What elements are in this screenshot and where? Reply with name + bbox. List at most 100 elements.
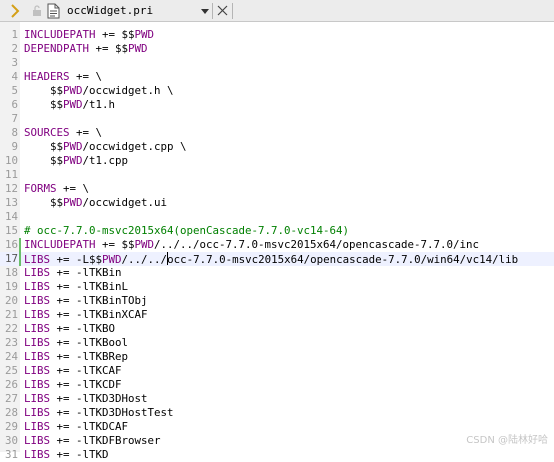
keyword-token: INCLUDEPATH [24,238,96,251]
keyword-token: LIBS [24,378,51,391]
keyword-token: PWD [63,84,83,97]
text-token: += -L$$ [50,253,103,266]
code-line[interactable]: 22 LIBS += -lTKBO [0,322,554,336]
line-number: 3 [11,56,18,69]
line-number: 4 [11,70,18,83]
keyword-token: PWD [63,98,83,111]
line-code: $$PWD/occwidget.cpp \ [24,140,187,154]
keyword-token: DEPENDPATH [24,42,90,55]
line-code: LIBS += -lTKD [24,448,109,462]
text-token: += -lTKCDF [50,378,122,391]
line-number: 10 [4,154,18,167]
code-line[interactable]: 20 LIBS += -lTKBinTObj [0,294,554,308]
text-token: /../../ [121,253,168,266]
line-code: $$PWD/t1.cpp [24,154,128,168]
text-token: += -lTKD3DHostTest [50,406,174,419]
close-icon[interactable] [217,5,228,16]
code-line[interactable]: 9 $$PWD/occwidget.cpp \ [0,140,554,154]
text-token: += -lTKDCAF [50,420,129,433]
code-line[interactable]: 4 HEADERS += \ [0,70,554,84]
code-line[interactable]: 23 LIBS += -lTKBool [0,336,554,350]
line-code: SOURCES += \ [24,126,102,140]
line-number: 21 [4,308,18,321]
line-number: 12 [4,182,18,195]
code-line[interactable]: 5 $$PWD/occwidget.h \ [0,84,554,98]
code-line[interactable]: 19 LIBS += -lTKBinL [0,280,554,294]
text-token: $$ [24,154,64,167]
line-number: 24 [4,350,18,363]
tab-filename[interactable]: occWidget.pri [67,4,153,17]
caret-down-icon[interactable] [200,5,210,17]
code-line[interactable]: 28 LIBS += -lTKD3DHostTest [0,406,554,420]
line-code: INCLUDEPATH += $$PWD [24,28,154,42]
keyword-token: LIBS [24,294,51,307]
keyword-token: LIBS [24,253,51,266]
line-number: 28 [4,406,18,419]
code-line[interactable]: 8 SOURCES += \ [0,126,554,140]
line-number: 27 [4,392,18,405]
line-code: LIBS += -lTKBinL [24,280,128,294]
code-editor[interactable]: 1 INCLUDEPATH += $$PWD 2 DEPENDPATH += $$PW… [0,22,554,461]
code-line[interactable]: 24 LIBS += -lTKBRep [0,350,554,364]
line-code: INCLUDEPATH += $$PWD/../../occ-7.7.0-msv… [24,238,479,252]
lock-icon[interactable] [32,5,42,17]
code-line[interactable]: 7 [0,112,554,126]
code-line[interactable]: 26 LIBS += -lTKCDF [0,378,554,392]
code-line[interactable]: 2 DEPENDPATH += $$PWD [0,42,554,56]
line-number: 18 [4,266,18,279]
keyword-token: LIBS [24,266,51,279]
text-token: occ-7.7.0-msvc2015x64/opencascade-7.7.0/… [167,253,519,266]
text-token: += -lTKDFBrowser [50,434,161,447]
text-token: += -lTKBRep [50,350,129,363]
text-token: /../../occ-7.7.0-msvc2015x64/opencascade… [154,238,480,251]
line-code: LIBS += -lTKD3DHostTest [24,406,174,420]
chevron-right-icon[interactable] [8,3,22,19]
line-number: 8 [11,126,18,139]
keyword-token: LIBS [24,448,51,461]
code-line[interactable]: 16 INCLUDEPATH += $$PWD/../../occ-7.7.0-m… [0,238,554,252]
line-number: 20 [4,294,18,307]
text-token: += $$ [89,42,129,55]
code-line[interactable]: 31 LIBS += -lTKD [0,448,554,462]
code-line[interactable]: 12 FORMS += \ [0,182,554,196]
keyword-token: HEADERS [24,70,70,83]
code-line[interactable]: 25 LIBS += -lTKCAF [0,364,554,378]
code-line[interactable]: 11 [0,168,554,182]
line-number: 15 [4,224,18,237]
line-number: 17 [4,252,18,265]
line-number: 25 [4,364,18,377]
line-code: DEPENDPATH += $$PWD [24,42,148,56]
text-token: /occwidget.ui [82,196,168,209]
text-token: $$ [24,196,64,209]
line-number: 31 [4,448,18,461]
line-code: LIBS += -lTKBinTObj [24,294,148,308]
code-line[interactable]: 3 [0,56,554,70]
text-token: += -lTKBool [50,336,129,349]
line-number: 11 [4,168,18,181]
line-code: LIBS += -lTKBinXCAF [24,308,148,322]
watermark: CSDN @陆林好哈 [466,435,548,446]
keyword-token: LIBS [24,434,51,447]
text-token: += \ [69,70,103,83]
keyword-token: LIBS [24,364,51,377]
code-line[interactable]: 27 LIBS += -lTKD3DHost [0,392,554,406]
line-number: 23 [4,336,18,349]
code-line[interactable]: 17 LIBS += -L$$PWD/../../occ-7.7.0-msvc20… [0,252,554,266]
text-token: /occwidget.h \ [82,84,174,97]
change-marker [19,252,21,266]
keyword-token: LIBS [24,308,51,321]
code-line[interactable]: 13 $$PWD/occwidget.ui [0,196,554,210]
line-code: LIBS += -lTKBool [24,336,128,350]
code-line[interactable]: 18 LIBS += -lTKBin [0,266,554,280]
code-line[interactable]: 1 INCLUDEPATH += $$PWD [0,28,554,42]
code-line[interactable]: 10 $$PWD/t1.cpp [0,154,554,168]
text-token: $$ [24,84,64,97]
keyword-token: LIBS [24,392,51,405]
code-line[interactable]: 14 [0,210,554,224]
code-line[interactable]: 6 $$PWD/t1.h [0,98,554,112]
code-line[interactable]: 15 # occ-7.7.0-msvc2015x64(openCascade-7.… [0,224,554,238]
line-number: 14 [4,210,18,223]
text-token: += -lTKBinTObj [50,294,148,307]
code-line[interactable]: 21 LIBS += -lTKBinXCAF [0,308,554,322]
line-number: 22 [4,322,18,335]
